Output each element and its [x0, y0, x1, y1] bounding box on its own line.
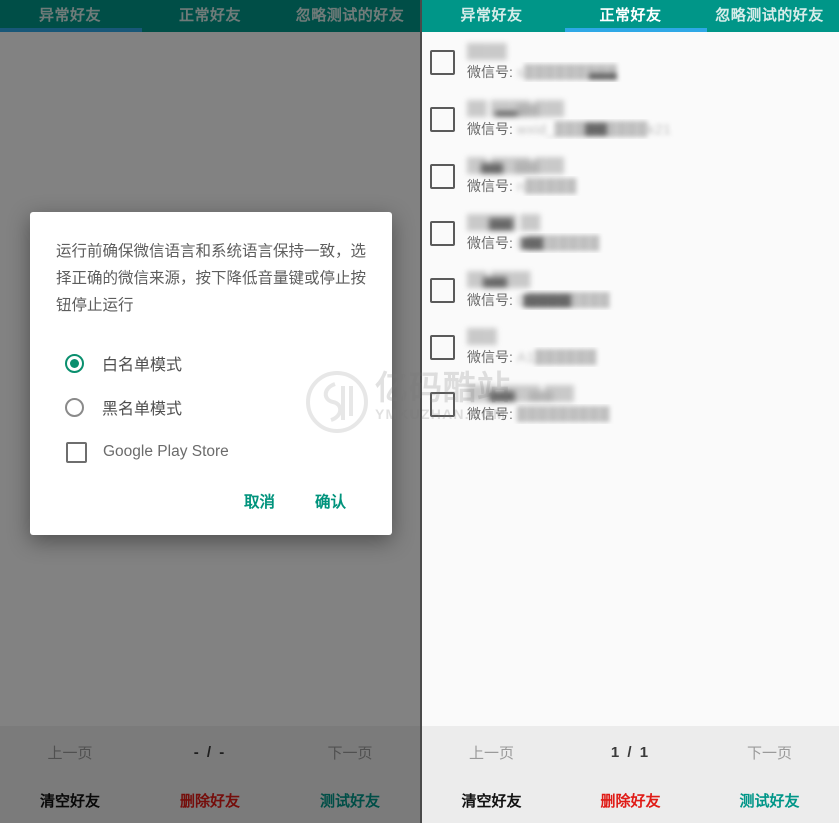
- redaction-block: [517, 104, 539, 117]
- friend-list-item[interactable]: ████ 微信号: s█████████: [422, 34, 839, 91]
- friend-nickname: ███: [467, 328, 497, 344]
- right-test-friends-button[interactable]: 测试好友: [700, 790, 839, 811]
- redaction-block: [489, 391, 515, 402]
- friend-wxid-label: 微信号:: [467, 349, 513, 365]
- friend-wxid-label: 微信号:: [467, 64, 513, 80]
- radio-selected-icon: [65, 353, 84, 373]
- friend-list-item[interactable]: ██ ████ ███ 微信号:wxid_█████████k21: [422, 91, 839, 148]
- right-page-count: 1 / 1: [610, 743, 651, 761]
- friend-text-block: █████ ██ 微信号:D███████: [467, 214, 839, 253]
- run-confirm-dialog: 运行前确保微信语言和系统语言保持一致，选择正确的微信来源，按下降低音量键或停止按…: [30, 212, 392, 535]
- friend-wxid-line: 微信号: s█████████: [467, 62, 839, 82]
- friend-wxid-line: 微信号:wxid_█████████k21: [467, 119, 839, 139]
- friend-wxid-value: s█████████: [517, 64, 618, 80]
- friend-wxid-label: 微信号:: [467, 121, 513, 137]
- friend-text-block: ███ 微信号: A1██████: [467, 328, 839, 367]
- right-panel: 异常好友 正常好友 忽略测试的好友 ████ 微信号: s█████████ ██ █…: [420, 0, 839, 823]
- dialog-checkbox-google-play-store[interactable]: Google Play Store: [56, 429, 368, 475]
- friend-wxid-line: 微信号: D███████: [467, 233, 839, 253]
- right-delete-friends-button[interactable]: 删除好友: [561, 790, 700, 811]
- friend-checkbox[interactable]: [430, 50, 455, 75]
- right-prev-page-button[interactable]: 上一页: [422, 742, 561, 763]
- friend-list-item[interactable]: ██ ████ 微信号:D████████: [422, 262, 839, 319]
- redaction-block: [481, 163, 503, 174]
- redaction-block: [529, 391, 553, 402]
- friend-list-item[interactable]: █████ ██ 微信号:D███████: [422, 205, 839, 262]
- app-root: 异常好友 正常好友 忽略测试的好友 上一页 - / - 下一页 清空好友 删除好…: [0, 0, 839, 823]
- friend-nickname: █████ ██: [467, 214, 839, 231]
- friend-wxid-label: 微信号:: [467, 178, 513, 194]
- friend-text-block: ████ 微信号: s█████████: [467, 43, 839, 82]
- dialog-action-row: 取消 确认: [56, 475, 368, 527]
- friend-wxid-line: 微信号: n█████: [467, 176, 839, 196]
- dialog-option-blacklist[interactable]: 黑名单模式: [56, 385, 368, 429]
- dialog-option-whitelist-label: 白名单模式: [102, 357, 183, 374]
- friend-checkbox[interactable]: [430, 335, 455, 360]
- friend-checkbox[interactable]: [430, 392, 455, 417]
- right-bottom-bar: 上一页 1 / 1 下一页 清空好友 删除好友 测试好友: [422, 726, 839, 823]
- right-next-page-button[interactable]: 下一页: [700, 742, 839, 763]
- friend-wxid-line: 微信号:D████████: [467, 290, 839, 310]
- redaction-block: [520, 237, 543, 250]
- friend-wxid-line: 微信号: A1██████: [467, 347, 839, 367]
- right-clear-friends-button[interactable]: 清空好友: [422, 790, 561, 811]
- friend-checkbox[interactable]: [430, 164, 455, 189]
- left-panel: 异常好友 正常好友 忽略测试的好友 上一页 - / - 下一页 清空好友 删除好…: [0, 0, 420, 823]
- friend-list-item[interactable]: ███ 微信号: A1██████: [422, 319, 839, 376]
- friend-wxid-label: 微信号:: [467, 406, 513, 422]
- redaction-block: [483, 277, 507, 288]
- friend-text-block: ███ ████ ███ 微信号: █████████: [467, 385, 839, 424]
- dialog-option-blacklist-label: 黑名单模式: [102, 401, 183, 418]
- right-pager: 上一页 1 / 1 下一页: [422, 726, 839, 778]
- right-tab-bar: 异常好友 正常好友 忽略测试的好友: [422, 0, 839, 32]
- right-tab-ignored-test-friends[interactable]: 忽略测试的好友: [700, 0, 839, 32]
- dialog-confirm-button[interactable]: 确认: [315, 490, 346, 512]
- checkbox-unchecked-icon: [66, 441, 87, 463]
- friend-list-item[interactable]: ███ ████ ███ 微信号: █████████: [422, 376, 839, 433]
- friend-nickname: ██ ████ ███: [467, 100, 839, 117]
- friend-checkbox[interactable]: [430, 278, 455, 303]
- friend-nickname: ████: [467, 43, 507, 59]
- friend-text-block: ██ ████ ███ 微信号: n█████: [467, 157, 839, 196]
- redaction-block: [588, 73, 618, 80]
- dialog-cancel-button[interactable]: 取消: [244, 490, 275, 512]
- friend-list-item[interactable]: ██ ████ ███ 微信号: n█████: [422, 148, 839, 205]
- friend-wxid-value: █████████: [517, 406, 610, 422]
- friend-checkbox[interactable]: [430, 107, 455, 132]
- redaction-block: [522, 294, 571, 308]
- friend-wxid-line: 微信号: █████████: [467, 404, 839, 424]
- dialog-message: 运行前确保微信语言和系统语言保持一致，选择正确的微信来源，按下降低音量键或停止按…: [56, 243, 367, 314]
- right-tab-abnormal-friends[interactable]: 异常好友: [422, 0, 561, 32]
- friend-wxid-value: D███████: [516, 235, 600, 251]
- redaction-block: [584, 123, 607, 136]
- dialog-option-whitelist[interactable]: 白名单模式: [56, 341, 368, 385]
- friend-wxid-value: A1██████: [516, 349, 597, 365]
- friend-wxid-label: 微信号:: [467, 292, 513, 308]
- friend-nickname: ██ ████ ███: [467, 157, 839, 174]
- friend-nickname: ██ ████: [467, 271, 839, 288]
- friend-wxid-label: 微信号:: [467, 235, 513, 251]
- friend-checkbox[interactable]: [430, 221, 455, 246]
- friend-text-block: ██ ████ 微信号:D████████: [467, 271, 839, 310]
- friend-wxid-value: wxid_█████████k21: [517, 121, 671, 137]
- redaction-block: [515, 161, 539, 174]
- right-action-bar: 清空好友 删除好友 测试好友: [422, 778, 839, 823]
- friend-wxid-value: D████████: [517, 292, 610, 308]
- redaction-block: [489, 218, 513, 231]
- friend-wxid-value: n█████: [516, 178, 577, 194]
- right-friend-list: ████微信号:s███████████ ████ ███微信号:wxid_██…: [422, 32, 839, 726]
- friend-nickname: ███ ████ ███: [467, 385, 839, 402]
- dialog-checkbox-label: Google Play Store: [103, 443, 229, 460]
- radio-unselected-icon: [65, 397, 84, 417]
- friend-text-block: ██ ████ ███ 微信号:wxid_█████████k21: [467, 100, 839, 139]
